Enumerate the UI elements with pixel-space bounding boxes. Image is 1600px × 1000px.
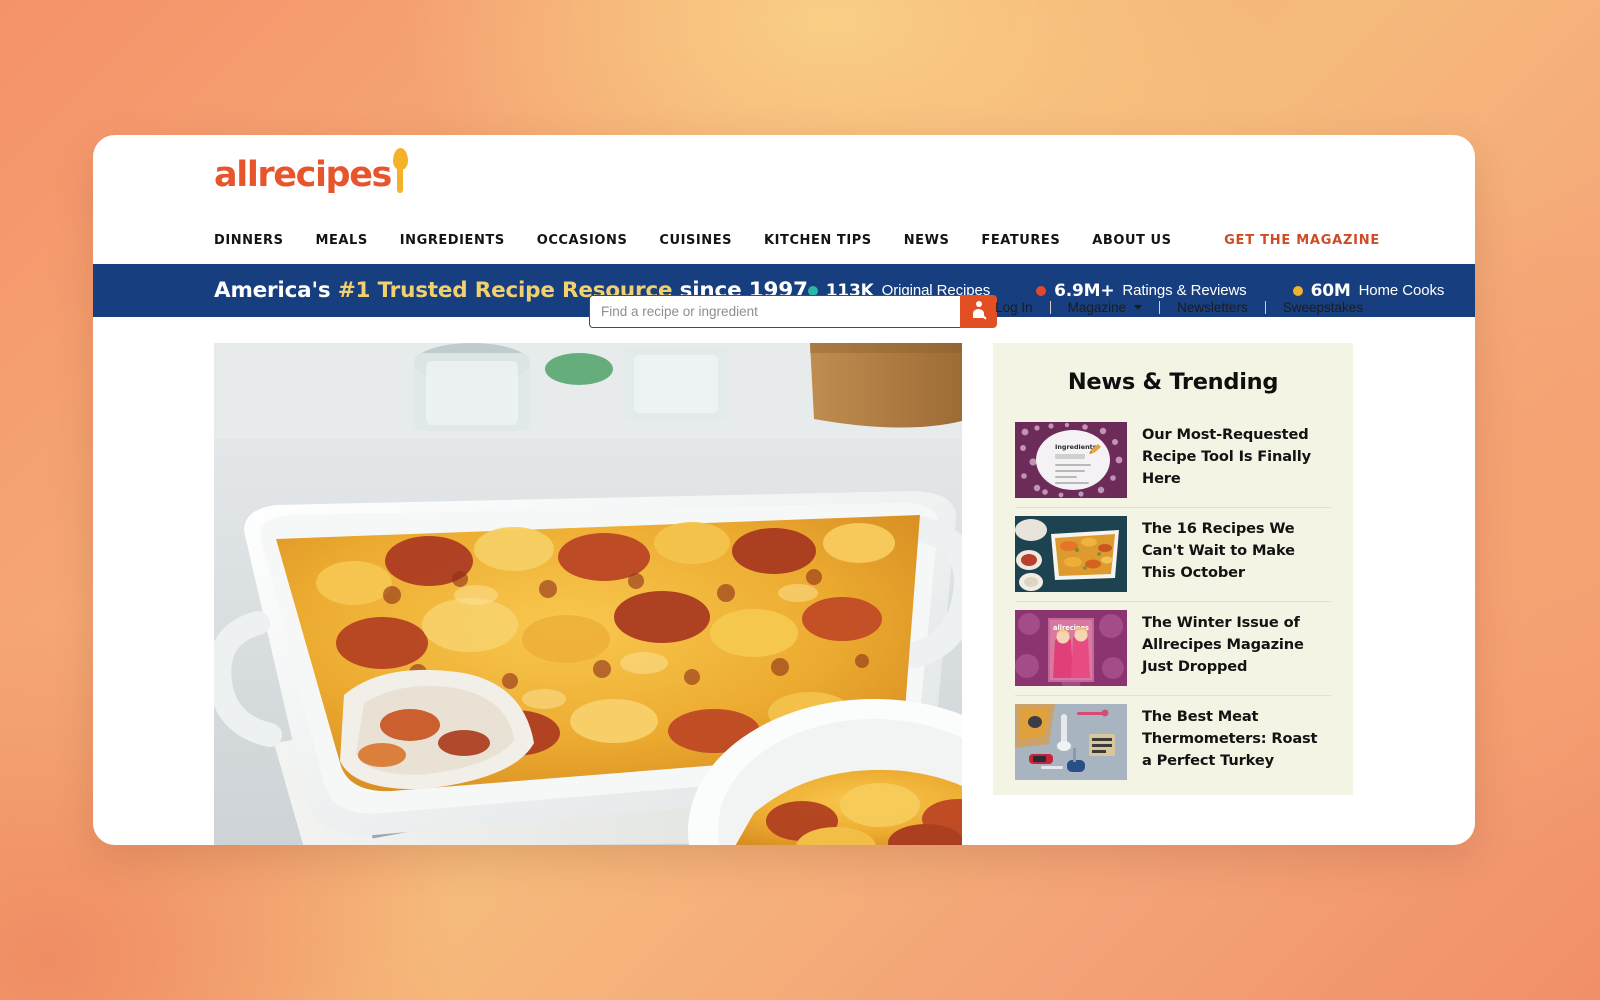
magazine-menu[interactable]: Magazine [1049,299,1160,315]
trending-thumbnail: allrecipes [1015,610,1127,686]
nav-item-cuisines[interactable]: CUISINES [659,227,752,254]
trending-item[interactable]: The Best Meat Thermometers: Roast a Perf… [1015,695,1331,789]
login-label: Log In [995,299,1033,315]
stat-dot-icon [1036,285,1047,296]
search-bar [589,295,997,328]
spoon-icon [392,148,409,194]
trending-item-title: The 16 Recipes We Can't Wait to Make Thi… [1142,520,1295,582]
sweepstakes-label: Sweepstakes [1282,299,1363,315]
nav-link-list: DINNERS MEALS INGREDIENTS OCCASIONS CUIS… [214,227,1204,254]
trending-item[interactable]: allrecipes The Winter Issue of Allrecipe… [1015,601,1331,695]
trending-item-title: Our Most-Requested Recipe Tool Is Finall… [1142,426,1311,488]
nav-item-news[interactable]: NEWS [904,227,970,254]
nav-item-occasions[interactable]: OCCASIONS [537,227,648,254]
utility-nav: Log In Magazine Newsletters Sweepstakes [952,298,1380,318]
sweepstakes-link[interactable]: Sweepstakes [1264,299,1380,315]
browser-card: allrecipes Log In Magazine [93,135,1475,845]
site-header: allrecipes Log In Magazine [93,135,1475,328]
nav-item-features[interactable]: FEATURES [981,227,1080,254]
get-the-magazine-link[interactable]: GET THE MAGAZINE [1224,233,1380,248]
login-button[interactable]: Log In [952,298,1050,318]
newsletters-label: Newsletters [1177,299,1248,315]
user-avatar-icon [969,298,989,318]
trust-prefix: America's [214,278,338,303]
trending-item[interactable]: The 16 Recipes We Can't Wait to Make Thi… [1015,507,1331,601]
hero-recipe-image[interactable] [214,343,962,845]
nav-item-ingredients[interactable]: INGREDIENTS [400,227,525,254]
search-input[interactable] [589,295,960,328]
allrecipes-logo[interactable]: allrecipes [214,148,409,195]
trending-thumbnail [1015,516,1127,592]
chevron-down-icon [1134,305,1143,310]
svg-text:Ingredients: Ingredients [1055,443,1097,451]
trending-item-title: The Winter Issue of Allrecipes Magazine … [1142,614,1304,676]
logo-wordmark: allrecipes [214,155,392,195]
nav-item-dinners[interactable]: DINNERS [214,227,304,254]
stat-dot-icon [1292,285,1303,296]
nav-item-about-us[interactable]: ABOUT US [1092,227,1191,254]
trending-item-title: The Best Meat Thermometers: Roast a Perf… [1142,708,1318,770]
news-trending-title: News & Trending [1067,369,1279,395]
nav-item-kitchen-tips[interactable]: KITCHEN TIPS [764,227,892,254]
nav-item-meals[interactable]: MEALS [316,227,388,254]
trending-thumbnail [1015,704,1127,780]
stat-dot-icon [807,285,818,296]
content-area: News & Trending Ingredients Our Most-Req… [93,317,1475,845]
newsletters-link[interactable]: Newsletters [1159,301,1265,315]
magazine-label: Magazine [1067,299,1127,315]
stat-label: Ratings & Reviews [1122,282,1247,299]
trending-thumbnail: Ingredients [1015,422,1127,498]
news-trending-panel: News & Trending Ingredients Our Most-Req… [993,343,1353,795]
trending-item[interactable]: Ingredients Our Most-Requested Recipe To… [1015,414,1331,507]
main-navigation: DINNERS MEALS INGREDIENTS OCCASIONS CUIS… [93,217,1475,264]
stat-label: Home Cooks [1358,282,1445,299]
